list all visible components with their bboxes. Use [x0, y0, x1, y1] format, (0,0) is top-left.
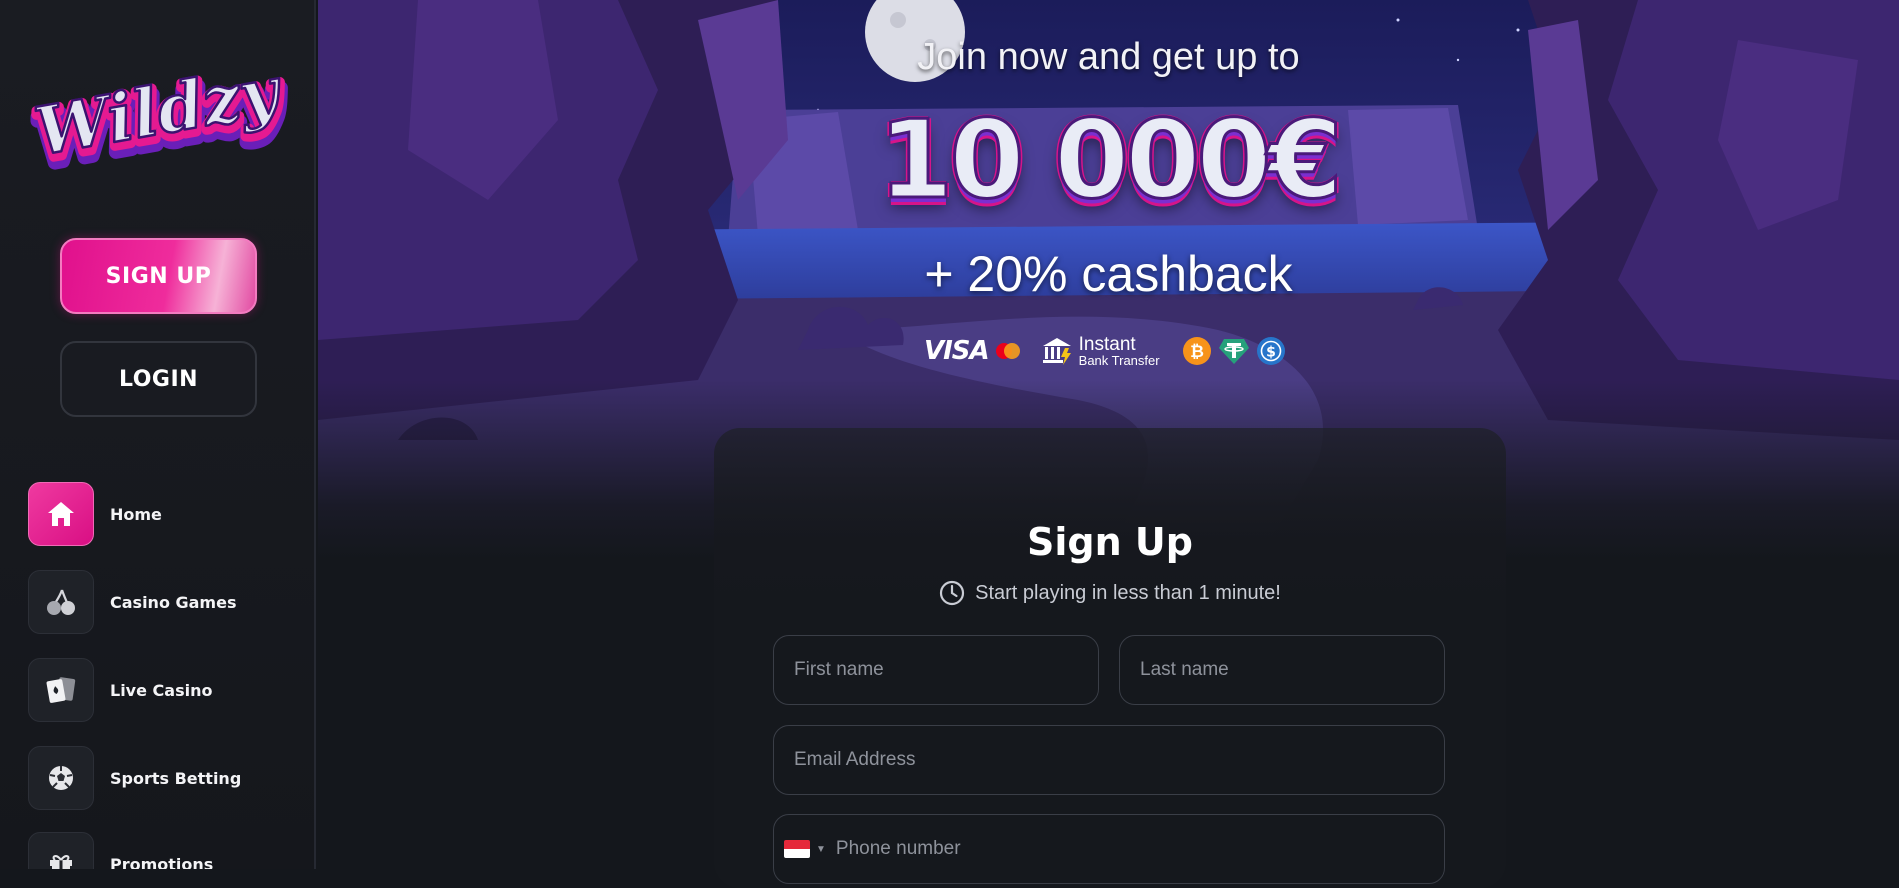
- payment-methods: VISA Instant Bank Transfer ₿ $: [924, 334, 1286, 368]
- phone-placeholder: Phone number: [835, 838, 961, 859]
- cards-icon: [28, 658, 94, 722]
- promo-amount-text: 10 000€: [877, 97, 1344, 225]
- sidebar-item-label: Sports Betting: [110, 768, 242, 788]
- sidebar-item-casino-games[interactable]: Casino Games: [28, 570, 298, 634]
- soccer-ball-icon: [28, 746, 94, 810]
- signup-panel: Sign Up Start playing in less than 1 min…: [714, 428, 1506, 888]
- usdc-icon: $: [1256, 337, 1285, 365]
- last-name-input[interactable]: Last name: [1119, 635, 1445, 705]
- sidebar-item-live-casino[interactable]: Live Casino: [28, 658, 298, 722]
- email-placeholder: Email Address: [794, 749, 916, 770]
- phone-input[interactable]: ▼ Phone number: [773, 814, 1445, 884]
- home-icon: [28, 482, 94, 546]
- sidebar-item-home[interactable]: Home: [28, 482, 298, 546]
- svg-text:₿: ₿: [1190, 342, 1204, 362]
- country-dropdown-caret-icon[interactable]: ▼: [816, 844, 826, 855]
- sidebar-item-promotions[interactable]: Promotions: [28, 832, 298, 869]
- last-name-placeholder: Last name: [1140, 659, 1229, 680]
- svg-text:$: $: [1266, 345, 1276, 361]
- sidebar-item-label: Live Casino: [110, 680, 213, 700]
- signup-subtitle: Start playing in less than 1 minute!: [714, 580, 1506, 606]
- sidebar-item-label: Casino Games: [110, 592, 237, 612]
- tether-icon: [1218, 339, 1249, 364]
- sidebar-item-label: Promotions: [110, 854, 214, 870]
- email-input[interactable]: Email Address: [773, 725, 1445, 795]
- wildzy-logo[interactable]: Wildzy Wildzy Wildzy: [24, 48, 297, 188]
- bank-line2: Bank Transfer: [1078, 353, 1160, 368]
- login-button[interactable]: LOGIN: [60, 341, 257, 417]
- country-flag-icon[interactable]: [784, 840, 810, 858]
- cherries-icon: [28, 570, 94, 634]
- first-name-input[interactable]: First name: [773, 635, 1099, 705]
- instant-bank-transfer: Instant Bank Transfer: [1041, 335, 1160, 367]
- clock-icon: [940, 580, 965, 606]
- mastercard-icon: [995, 343, 1020, 359]
- promo-cashback: + 20% cashback: [924, 246, 1293, 302]
- visa-logo: VISA: [924, 336, 990, 366]
- sidebar-item-sports-betting[interactable]: Sports Betting: [28, 746, 298, 810]
- signup-title: Sign Up: [1027, 520, 1193, 564]
- first-name-placeholder: First name: [794, 659, 884, 680]
- bank-icon: [1042, 338, 1071, 365]
- sidebar: Wildzy Wildzy Wildzy SIGN UP LOGIN Home …: [0, 0, 316, 869]
- signup-subtitle-text: Start playing in less than 1 minute!: [975, 581, 1281, 604]
- promo-amount: 10 000€: [318, 97, 1899, 225]
- sign-up-button[interactable]: SIGN UP: [60, 238, 257, 314]
- gift-icon: [28, 832, 94, 869]
- bitcoin-icon: ₿: [1182, 337, 1211, 365]
- sidebar-item-label: Home: [110, 504, 162, 524]
- promo-headline: Join now and get up to: [917, 36, 1300, 78]
- bank-line1: Instant: [1078, 334, 1136, 355]
